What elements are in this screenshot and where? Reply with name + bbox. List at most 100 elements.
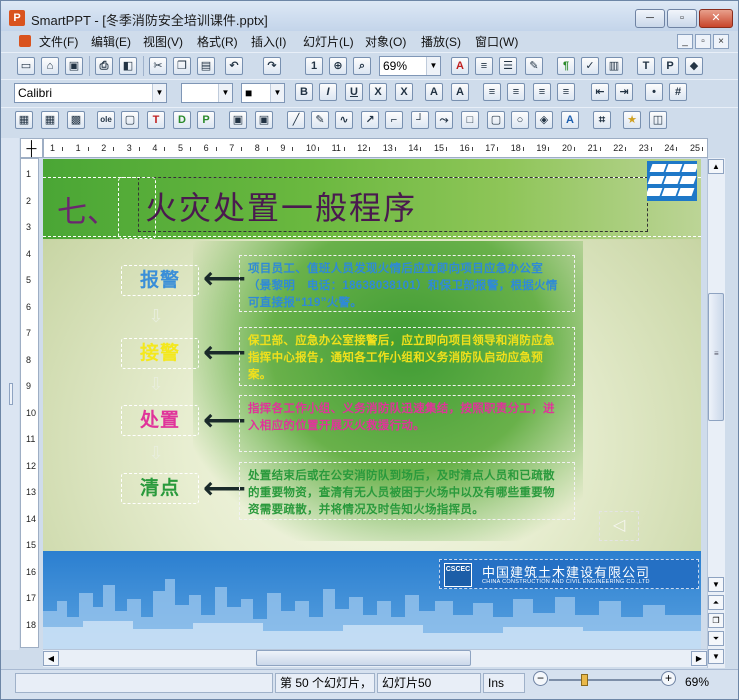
curve-icon[interactable]: ∿ — [335, 111, 353, 129]
scroll-up-button[interactable]: ▲ — [708, 159, 724, 174]
paragraph-icon[interactable]: ¶ — [557, 57, 575, 75]
list-icon[interactable]: ☰ — [499, 57, 517, 75]
paste-icon[interactable]: ▤ — [197, 57, 215, 75]
menu-play[interactable]: 播放(S) — [421, 33, 461, 50]
menu-file[interactable]: 文件(F) — [39, 33, 78, 50]
ole-icon[interactable]: ole — [97, 111, 115, 129]
format-painter-icon[interactable]: ✎ — [525, 57, 543, 75]
menu-format[interactable]: 格式(R) — [197, 33, 238, 50]
bullets-icon[interactable]: • — [645, 83, 663, 101]
pdf-icon[interactable]: ◧ — [119, 57, 137, 75]
star-icon[interactable]: ★ — [623, 111, 641, 129]
save-icon[interactable]: ▣ — [65, 57, 83, 75]
company-logo-panel[interactable]: CSCEC 中国建筑土木建设有限公司 CHINA CONSTRUCTION AN… — [439, 559, 699, 589]
prev-slide-button[interactable]: ⏶ — [708, 595, 724, 610]
textbox-icon[interactable]: ▢ — [121, 111, 139, 129]
new-icon[interactable]: ▭ — [17, 57, 35, 75]
ellipse-icon[interactable]: ○ — [511, 111, 529, 129]
style-icon[interactable]: ≡ — [475, 57, 493, 75]
text-icon[interactable]: T — [147, 111, 165, 129]
presentation-icon[interactable]: P — [661, 57, 679, 75]
slide-sorter-button[interactable]: ❐ — [708, 613, 724, 628]
table-icon[interactable]: ▦ — [41, 111, 59, 129]
scroll-left-button[interactable]: ◀ — [43, 651, 59, 666]
select-icon[interactable]: ▦ — [15, 111, 33, 129]
chevron-down-icon[interactable]: ▼ — [218, 84, 232, 102]
clear-format-icon[interactable]: X — [395, 83, 413, 101]
actual-size-icon[interactable]: 1 — [305, 57, 323, 75]
curved-connector-icon[interactable]: ⤳ — [435, 111, 453, 129]
slide-canvas[interactable]: 七、 火灾处置一般程序 报警 ⟵ ⇩ 项目员工、值班人员发现火情后应立即向项目应… — [43, 159, 701, 649]
redo-icon[interactable]: ↷ — [263, 57, 281, 75]
font-combo[interactable]: Calibri ▼ — [14, 83, 167, 103]
zoom-icon[interactable]: ⌕ — [353, 57, 371, 75]
3d-icon[interactable]: ◆ — [685, 57, 703, 75]
print-icon[interactable]: ⎙ — [95, 57, 113, 75]
menu-slide[interactable]: 幻灯片(L) — [303, 33, 354, 50]
line-icon[interactable]: ╱ — [287, 111, 305, 129]
justify-icon[interactable]: ≡ — [557, 83, 575, 101]
spell-check-icon[interactable]: ✓ — [581, 57, 599, 75]
ungroup-icon[interactable]: ▣ — [255, 111, 273, 129]
align-left-icon[interactable]: ≡ — [483, 83, 501, 101]
horizontal-scroll-thumb[interactable] — [256, 650, 471, 666]
numbering-icon[interactable]: # — [669, 83, 687, 101]
strikethrough-icon[interactable]: X — [369, 83, 387, 101]
elbow-connector-icon[interactable]: ┘ — [411, 111, 429, 129]
menu-window[interactable]: 窗口(W) — [475, 33, 518, 50]
rounded-rect-icon[interactable]: ▢ — [487, 111, 505, 129]
mdi-minimize-button[interactable]: _ — [677, 34, 693, 49]
open-icon[interactable]: ⌂ — [41, 57, 59, 75]
bold-icon[interactable]: B — [295, 83, 313, 101]
connector-icon[interactable]: ⌐ — [385, 111, 403, 129]
underline-icon[interactable]: U — [345, 83, 363, 101]
arrow-icon[interactable]: ↗ — [361, 111, 379, 129]
undo-icon[interactable]: ↶ — [225, 57, 243, 75]
zoom-fit-icon[interactable]: ⊕ — [329, 57, 347, 75]
shrink-font-icon[interactable]: A — [451, 83, 469, 101]
wordart-icon[interactable]: A — [561, 111, 579, 129]
image-icon[interactable]: ▩ — [67, 111, 85, 129]
step-box-receive[interactable]: 接警 — [121, 338, 199, 369]
step-desc-receive[interactable]: 保卫部、应急办公室接警后，应立即向项目领导和消防应急指挥中心报告，通知各工作小组… — [239, 327, 575, 386]
frame-icon[interactable]: D — [173, 111, 191, 129]
zoom-out-button[interactable]: − — [533, 671, 548, 686]
placeholder-icon[interactable]: P — [197, 111, 215, 129]
font-color-icon[interactable]: A — [451, 57, 469, 75]
font-size-combo[interactable]: ▼ — [181, 83, 233, 103]
zoom-slider-knob[interactable] — [581, 674, 588, 686]
close-button[interactable]: ✕ — [699, 9, 733, 28]
color-combo[interactable]: ■ ▼ — [241, 83, 285, 103]
next-slide-button[interactable]: ⏷ — [708, 631, 724, 646]
shapes-icon[interactable]: ◈ — [535, 111, 553, 129]
step-box-report[interactable]: 报警 — [121, 265, 199, 296]
menu-view[interactable]: 视图(V) — [143, 33, 183, 50]
step-box-handle[interactable]: 处置 — [121, 405, 199, 436]
menu-insert[interactable]: 插入(I) — [251, 33, 286, 50]
scroll-down-button[interactable]: ▼ — [708, 577, 724, 592]
align-right-icon[interactable]: ≡ — [533, 83, 551, 101]
minimize-button[interactable]: ─ — [635, 9, 665, 28]
last-slide-button[interactable]: ▼ — [708, 649, 724, 664]
pen-icon[interactable]: ✎ — [311, 111, 329, 129]
grow-font-icon[interactable]: A — [425, 83, 443, 101]
zoom-combo[interactable]: 69% ▼ — [379, 56, 441, 76]
callout-icon[interactable]: ◫ — [649, 111, 667, 129]
mdi-close-button[interactable]: × — [713, 34, 729, 49]
ruler-corner[interactable]: ┼ — [20, 138, 43, 158]
step-desc-handle[interactable]: 指挥各工作小组、义务消防队迅速集结，按照职责分工，进入相应的位置开展灭火救援行动… — [239, 395, 575, 452]
menu-object[interactable]: 对象(O) — [365, 33, 406, 50]
zoom-slider[interactable] — [549, 679, 661, 681]
rectangle-icon[interactable]: □ — [461, 111, 479, 129]
italic-icon[interactable]: I — [319, 83, 337, 101]
chevron-down-icon[interactable]: ▼ — [426, 57, 440, 75]
zoom-in-button[interactable]: + — [661, 671, 676, 686]
chart-icon[interactable]: ▥ — [605, 57, 623, 75]
step-desc-report[interactable]: 项目员工、值班人员发现火情后应立即向项目应急办公室（景黎明 电话：1863803… — [239, 255, 575, 312]
step-desc-count[interactable]: 处置结束后或在公安消防队到场后，及时清点人员和已疏散的重要物资，查清有无人员被困… — [239, 462, 575, 520]
mdi-restore-button[interactable]: ▫ — [695, 34, 711, 49]
crop-icon[interactable]: ⌗ — [593, 111, 611, 129]
template-icon[interactable]: T — [637, 57, 655, 75]
vertical-scroll-thumb[interactable]: ≡ — [708, 293, 724, 421]
step-box-count[interactable]: 清点 — [121, 473, 199, 504]
